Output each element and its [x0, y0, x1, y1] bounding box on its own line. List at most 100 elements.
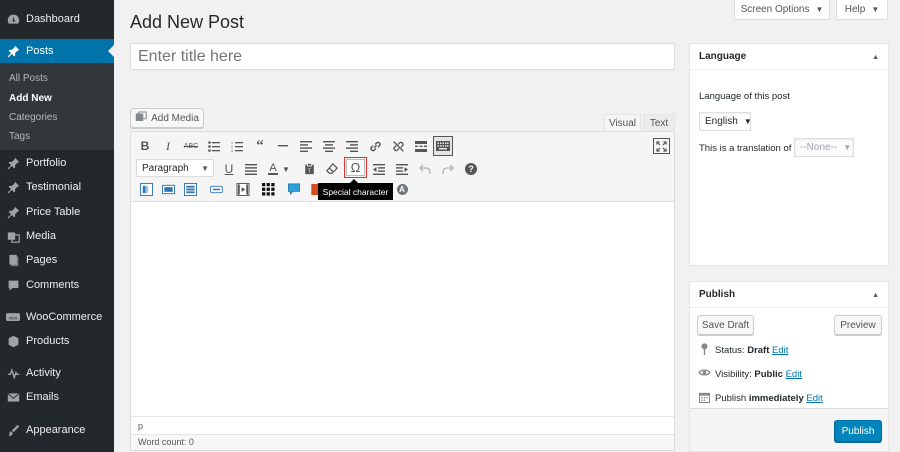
- button-shortcode-button[interactable]: [206, 180, 226, 198]
- translation-select[interactable]: --None-- ▼: [794, 138, 854, 157]
- indent-button[interactable]: [392, 160, 412, 178]
- submenu-item-all-posts[interactable]: All Posts: [9, 73, 48, 84]
- unlink-icon: [392, 140, 405, 153]
- submenu-item-categories[interactable]: Categories: [9, 112, 57, 123]
- tab-visual[interactable]: Visual: [604, 114, 641, 132]
- language-box-title: Language: [699, 51, 747, 62]
- status-pin-icon: [700, 343, 709, 358]
- save-draft-button[interactable]: Save Draft: [697, 315, 754, 335]
- publish-actions: Publish: [690, 408, 888, 451]
- pin-icon: [0, 181, 26, 194]
- media-icon: [0, 230, 26, 243]
- visibility-value: Public: [754, 369, 783, 380]
- box-layout-button[interactable]: [158, 180, 178, 198]
- bold-button[interactable]: B: [135, 137, 155, 155]
- preview-label: Preview: [840, 319, 876, 331]
- svg-text:3: 3: [231, 149, 233, 152]
- menu-item-label: Price Table: [26, 206, 81, 218]
- fullscreen-button[interactable]: [651, 137, 671, 155]
- menu-item-price-table[interactable]: Price Table: [0, 200, 114, 224]
- text-color-button[interactable]: A ▼: [264, 160, 294, 178]
- publish-button-label: Publish: [841, 425, 875, 437]
- status-value: Draft: [747, 345, 770, 356]
- remove-link-button[interactable]: [388, 137, 408, 155]
- help-label: Help: [844, 4, 866, 15]
- numbered-list-button[interactable]: 123: [227, 137, 247, 155]
- publish-box-header[interactable]: Publish ▲: [690, 282, 888, 308]
- grid-shortcode-button[interactable]: [258, 180, 278, 198]
- menu-item-emails[interactable]: Emails: [0, 385, 114, 409]
- edit-publish-time-link[interactable]: Edit: [806, 393, 822, 404]
- blockquote-button[interactable]: “: [250, 137, 270, 155]
- toolbar-toggle-button[interactable]: [433, 136, 453, 156]
- read-more-button[interactable]: [411, 137, 431, 155]
- tab-text[interactable]: Text: [643, 114, 675, 132]
- menu-item-media[interactable]: Media: [0, 224, 114, 248]
- strikethrough-button[interactable]: ABC: [181, 137, 201, 155]
- collapse-arrow-icon[interactable]: ▲: [872, 54, 879, 61]
- video-shortcode-button[interactable]: [233, 180, 253, 198]
- editor-content-area[interactable]: [131, 202, 674, 416]
- help-button[interactable]: Help ▼: [836, 0, 888, 20]
- language-select-value: English: [705, 116, 738, 127]
- special-character-button[interactable]: Ω: [344, 157, 367, 178]
- submenu-item-tags[interactable]: Tags: [9, 131, 30, 142]
- menu-item-activity[interactable]: Activity: [0, 361, 114, 385]
- undo-button[interactable]: [415, 160, 435, 178]
- help-icon: ?: [465, 163, 477, 175]
- publish-box-title: Publish: [699, 289, 736, 300]
- edit-visibility-link[interactable]: Edit: [786, 369, 802, 380]
- caret-down-icon: ▼: [201, 163, 209, 173]
- rows-layout-button[interactable]: [180, 180, 200, 198]
- menu-item-pages[interactable]: Pages: [0, 248, 114, 272]
- comments-icon: [0, 279, 26, 292]
- language-box-header[interactable]: Language ▲: [690, 44, 888, 70]
- language-select[interactable]: English ▼: [699, 112, 752, 131]
- italic-button[interactable]: I: [158, 137, 178, 155]
- publish-button[interactable]: Publish: [834, 420, 882, 442]
- align-left-button[interactable]: [296, 137, 316, 155]
- menu-item-dashboard[interactable]: Dashboard: [0, 7, 114, 31]
- align-center-icon: [323, 140, 335, 152]
- edit-status-link[interactable]: Edit: [772, 345, 788, 356]
- outdent-icon: [373, 163, 385, 175]
- paste-as-text-button[interactable]: T: [299, 160, 319, 178]
- menu-item-products[interactable]: Products: [0, 329, 114, 353]
- clear-formatting-button[interactable]: [322, 160, 342, 178]
- bulleted-list-button[interactable]: [204, 137, 224, 155]
- horizontal-line-button[interactable]: [273, 137, 293, 155]
- preview-button[interactable]: Preview: [834, 315, 882, 335]
- align-right-button[interactable]: [342, 137, 362, 155]
- format-select[interactable]: Paragraph ▼: [136, 159, 214, 177]
- submenu-item-add-new[interactable]: Add New: [9, 93, 52, 104]
- element-path[interactable]: p: [138, 421, 143, 431]
- posts-submenu: All Posts Add New Categories Tags: [0, 63, 114, 150]
- redo-button[interactable]: [438, 160, 458, 178]
- clipboard-icon: T: [304, 163, 315, 175]
- column-layout-button[interactable]: [136, 180, 156, 198]
- menu-item-portfolio[interactable]: Portfolio: [0, 151, 114, 175]
- underline-button[interactable]: U: [219, 160, 239, 178]
- screen-options-button[interactable]: Screen Options ▼: [734, 0, 830, 20]
- underline-icon: U: [224, 162, 234, 176]
- insert-link-button[interactable]: [365, 137, 385, 155]
- menu-item-woocommerce[interactable]: woo WooCommerce: [0, 305, 114, 329]
- accessibility-button[interactable]: A: [392, 180, 412, 198]
- menu-item-testimonial[interactable]: Testimonial: [0, 175, 114, 199]
- link-icon: [369, 140, 382, 153]
- outdent-button[interactable]: [369, 160, 389, 178]
- post-visibility: Visibility: Public Edit: [715, 369, 802, 380]
- menu-item-posts[interactable]: Posts: [0, 39, 114, 63]
- menu-item-comments[interactable]: Comments: [0, 273, 114, 297]
- add-media-button[interactable]: Add Media: [130, 108, 204, 128]
- keyboard-shortcuts-button[interactable]: ?: [461, 160, 481, 178]
- align-center-button[interactable]: [319, 137, 339, 155]
- tooltip-shortcode-button[interactable]: [284, 180, 304, 198]
- collapse-arrow-icon[interactable]: ▲: [872, 292, 879, 299]
- editor-status-bar: p Word count: 0: [131, 416, 674, 450]
- menu-item-appearance[interactable]: Appearance: [0, 418, 114, 442]
- menu-item-label: Dashboard: [26, 13, 80, 25]
- post-title-input[interactable]: [130, 43, 675, 70]
- activity-icon: [0, 367, 26, 380]
- justify-button[interactable]: [241, 160, 261, 178]
